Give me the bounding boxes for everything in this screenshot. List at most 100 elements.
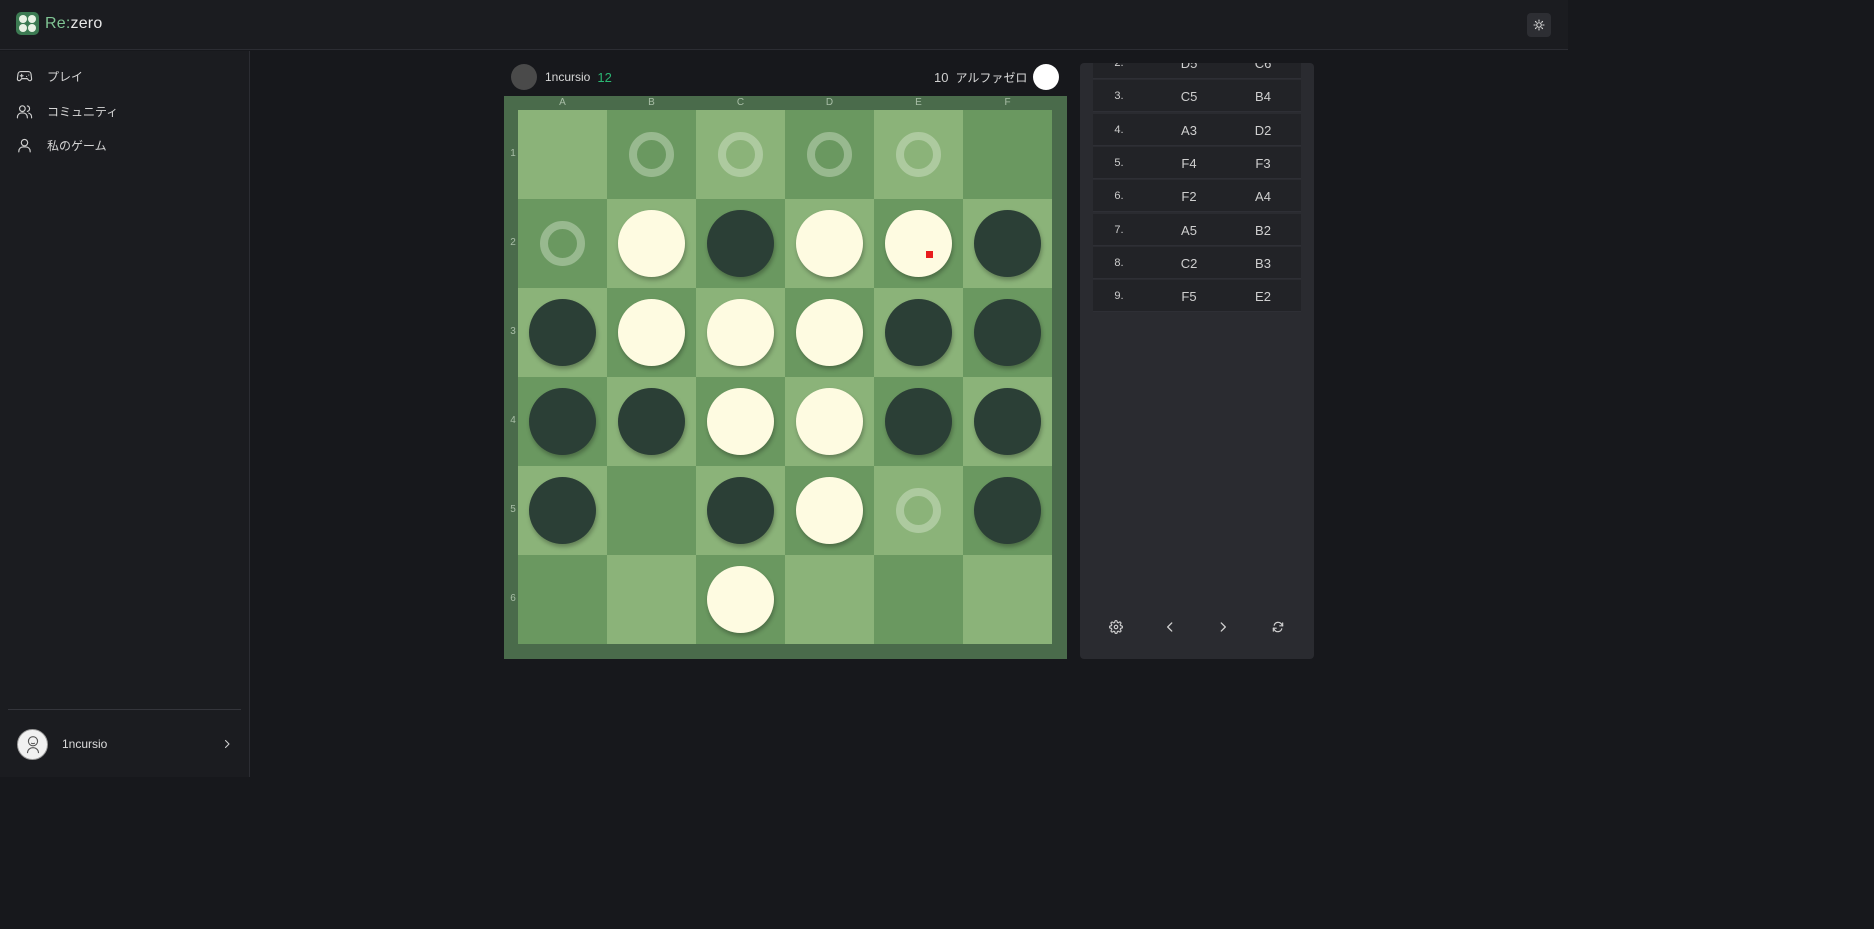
board-cell-f4[interactable] xyxy=(963,377,1052,466)
theme-toggle-button[interactable] xyxy=(1527,13,1551,37)
white-disc xyxy=(885,210,952,277)
player-right-disc xyxy=(1033,64,1060,90)
move-number: 2. xyxy=(1114,63,1124,69)
move-number: 7. xyxy=(1114,223,1124,236)
board-cell-c5[interactable] xyxy=(696,466,785,555)
board-cell-d6[interactable] xyxy=(785,555,874,644)
sidebar-item-my-games[interactable]: 私のゲーム xyxy=(16,137,107,154)
user-menu[interactable]: 1ncursio xyxy=(17,728,233,760)
legal-move-hint[interactable] xyxy=(718,132,763,177)
white-disc xyxy=(796,388,863,455)
refresh-icon xyxy=(1272,621,1284,633)
black-move[interactable]: D5 xyxy=(1175,63,1203,71)
board-cell-a1[interactable] xyxy=(518,110,607,199)
white-move[interactable]: F3 xyxy=(1249,156,1277,171)
board-cell-e5[interactable] xyxy=(874,466,963,555)
black-move[interactable]: F2 xyxy=(1175,189,1203,204)
chevron-right-icon xyxy=(1220,622,1226,632)
black-move[interactable]: A5 xyxy=(1175,223,1203,238)
board-cell-d4[interactable] xyxy=(785,377,874,466)
player-right: 10 アルファゼロ xyxy=(934,63,1060,91)
board-cell-d1[interactable] xyxy=(785,110,874,199)
move-row[interactable]: 3. C5 B4 xyxy=(1093,80,1301,113)
board-cell-f1[interactable] xyxy=(963,110,1052,199)
board-cell-a4[interactable] xyxy=(518,377,607,466)
flip-board-button[interactable] xyxy=(1266,615,1290,639)
avatar-sketch-icon xyxy=(26,736,39,754)
board-cell-e1[interactable] xyxy=(874,110,963,199)
black-move[interactable]: F4 xyxy=(1175,156,1203,171)
column-label: E xyxy=(915,97,922,108)
legal-move-hint[interactable] xyxy=(896,488,941,533)
sidebar-item-community[interactable]: コミュニティ xyxy=(16,103,118,120)
board-cell-e3[interactable] xyxy=(874,288,963,377)
move-row[interactable]: 7. A5 B2 xyxy=(1093,213,1301,246)
move-row[interactable]: 5. F4 F3 xyxy=(1093,146,1301,179)
board-cell-a5[interactable] xyxy=(518,466,607,555)
legal-move-hint[interactable] xyxy=(540,221,585,266)
board-cell-b6[interactable] xyxy=(607,555,696,644)
move-row[interactable]: 2. D5 C6 xyxy=(1093,63,1301,79)
player-left-disc xyxy=(511,64,537,90)
legal-move-hint[interactable] xyxy=(896,132,941,177)
white-move[interactable]: B2 xyxy=(1249,223,1277,238)
board-cell-f3[interactable] xyxy=(963,288,1052,377)
move-number: 4. xyxy=(1114,123,1124,136)
move-row[interactable]: 8. C2 B3 xyxy=(1093,246,1301,279)
white-move[interactable]: C6 xyxy=(1249,63,1277,71)
board-cell-f6[interactable] xyxy=(963,555,1052,644)
board-cell-e2[interactable] xyxy=(874,199,963,288)
board-cell-f5[interactable] xyxy=(963,466,1052,555)
move-row[interactable]: 6. F2 A4 xyxy=(1093,180,1301,213)
board-cell-c2[interactable] xyxy=(696,199,785,288)
board-cell-b3[interactable] xyxy=(607,288,696,377)
player-left-name: 1ncursio xyxy=(545,70,591,84)
board-cell-d3[interactable] xyxy=(785,288,874,377)
move-row[interactable]: 9. F5 E2 xyxy=(1093,280,1301,313)
white-move[interactable]: B4 xyxy=(1249,89,1277,104)
board-cell-f2[interactable] xyxy=(963,199,1052,288)
legal-move-hint[interactable] xyxy=(629,132,674,177)
app-logo[interactable]: Re:zero xyxy=(16,12,102,35)
row-label: 3 xyxy=(510,326,516,337)
white-move[interactable]: B3 xyxy=(1249,256,1277,271)
black-move[interactable]: C2 xyxy=(1175,256,1203,271)
black-disc xyxy=(974,299,1041,366)
chevron-right-icon xyxy=(224,739,230,749)
board-cell-a2[interactable] xyxy=(518,199,607,288)
board-cell-c3[interactable] xyxy=(696,288,785,377)
board-cell-b1[interactable] xyxy=(607,110,696,199)
board-cell-d5[interactable] xyxy=(785,466,874,555)
board-cell-e4[interactable] xyxy=(874,377,963,466)
board-cell-b5[interactable] xyxy=(607,466,696,555)
black-move[interactable]: A3 xyxy=(1175,123,1203,138)
black-move[interactable]: C5 xyxy=(1175,89,1203,104)
board-cell-c1[interactable] xyxy=(696,110,785,199)
legal-move-hint[interactable] xyxy=(807,132,852,177)
board-cell-c6[interactable] xyxy=(696,555,785,644)
board-cell-b2[interactable] xyxy=(607,199,696,288)
board-cell-d2[interactable] xyxy=(785,199,874,288)
black-disc xyxy=(707,210,774,277)
player-right-score: 10 xyxy=(934,69,949,85)
white-disc xyxy=(796,477,863,544)
settings-button[interactable] xyxy=(1104,615,1128,639)
board-cell-a3[interactable] xyxy=(518,288,607,377)
board-cell-c4[interactable] xyxy=(696,377,785,466)
white-move[interactable]: D2 xyxy=(1249,123,1277,138)
white-move[interactable]: E2 xyxy=(1249,289,1277,304)
black-disc xyxy=(529,388,596,455)
next-move-button[interactable] xyxy=(1211,615,1235,639)
board-cell-a6[interactable] xyxy=(518,555,607,644)
sidebar-item-play[interactable]: プレイ xyxy=(16,68,83,85)
white-move[interactable]: A4 xyxy=(1249,189,1277,204)
board-cell-b4[interactable] xyxy=(607,377,696,466)
black-disc xyxy=(885,299,952,366)
board-cell-e6[interactable] xyxy=(874,555,963,644)
users-icon xyxy=(16,105,33,119)
previous-move-button[interactable] xyxy=(1158,615,1182,639)
row-label: 2 xyxy=(510,237,516,248)
black-move[interactable]: F5 xyxy=(1175,289,1203,304)
move-row[interactable]: 4. A3 D2 xyxy=(1093,113,1301,146)
white-disc xyxy=(618,210,685,277)
